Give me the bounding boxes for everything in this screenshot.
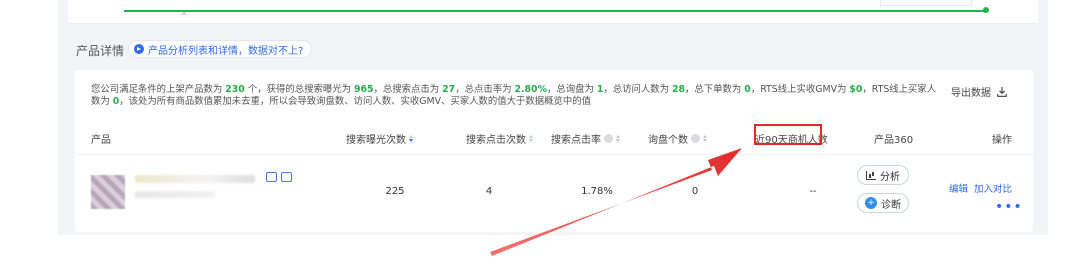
data-mismatch-hint[interactable]: 产品分析列表和详情，数据对不上? (128, 40, 313, 58)
product-meta-blurred (135, 191, 215, 198)
help-icon[interactable] (604, 134, 613, 143)
table-row: 225 4 1.78% 0 -- 分析 + 诊断 编辑 加入对比 ••• (75, 154, 1033, 224)
video-tag-icon (266, 172, 277, 182)
summary-text: 您公司满足条件的上架产品数为 230 个，获得的总搜索曝光为 965，总搜索点击… (91, 84, 937, 107)
sort-icon[interactable] (529, 135, 533, 142)
page: ^ 产品详情 产品分析列表和详情，数据对不上? 您公司满足条件的上架产品数为 2… (0, 0, 1080, 280)
more-actions-icon[interactable]: ••• (995, 199, 1023, 215)
download-icon (997, 86, 1007, 97)
export-label: 导出数据 (951, 88, 991, 99)
tooltip-popup (880, 0, 972, 6)
col-search-exposure[interactable]: 搜索曝光次数 (346, 131, 413, 146)
cell-buyers-90d: -- (809, 186, 817, 197)
cell-search-exposure: 225 (385, 186, 405, 197)
trend-point[interactable] (983, 7, 989, 13)
diagnose-icon: + (865, 197, 877, 209)
col-search-ctr[interactable]: 搜索点击率 (551, 131, 620, 146)
export-data-button[interactable]: 导出数据 (951, 84, 1007, 99)
col-product360: 产品360 (874, 135, 914, 146)
trend-line (124, 10, 988, 12)
bar-chart-icon (866, 170, 876, 180)
screen-tag-icon (281, 172, 292, 182)
product-tag-icons (266, 172, 292, 182)
col-product: 产品 (91, 135, 111, 146)
section-title: 产品详情 (76, 44, 125, 58)
product-detail-card: 您公司满足条件的上架产品数为 230 个，获得的总搜索曝光为 965，总搜索点击… (75, 70, 1033, 232)
product-name-blurred[interactable] (135, 175, 255, 183)
hint-text: 产品分析列表和详情，数据对不上? (148, 45, 304, 57)
diagnose-button[interactable]: + 诊断 (857, 193, 909, 213)
col-actions: 操作 (992, 135, 1012, 146)
product-image[interactable] (91, 175, 125, 209)
analyze-button[interactable]: 分析 (857, 165, 909, 185)
chevron-up-icon[interactable]: ^ (180, 12, 188, 22)
play-icon (134, 44, 144, 54)
cell-inquiries: 0 (691, 186, 699, 197)
annotation-highlight-box (754, 124, 822, 145)
sort-icon[interactable] (703, 135, 707, 142)
add-to-compare-link[interactable]: 加入对比 (974, 181, 1012, 195)
sort-icon[interactable] (616, 135, 620, 142)
help-icon[interactable] (691, 134, 700, 143)
col-search-clicks[interactable]: 搜索点击次数 (466, 131, 533, 146)
cell-search-clicks: 4 (485, 186, 493, 197)
edit-link[interactable]: 编辑 (949, 181, 968, 195)
cell-search-ctr: 1.78% (581, 186, 613, 197)
sort-icon[interactable] (409, 135, 413, 142)
col-inquiries[interactable]: 询盘个数 (648, 131, 707, 146)
table-header: 产品 搜索曝光次数 搜索点击次数 搜索点击率 询盘个数 近90天商机人数 产品3… (75, 124, 1033, 148)
